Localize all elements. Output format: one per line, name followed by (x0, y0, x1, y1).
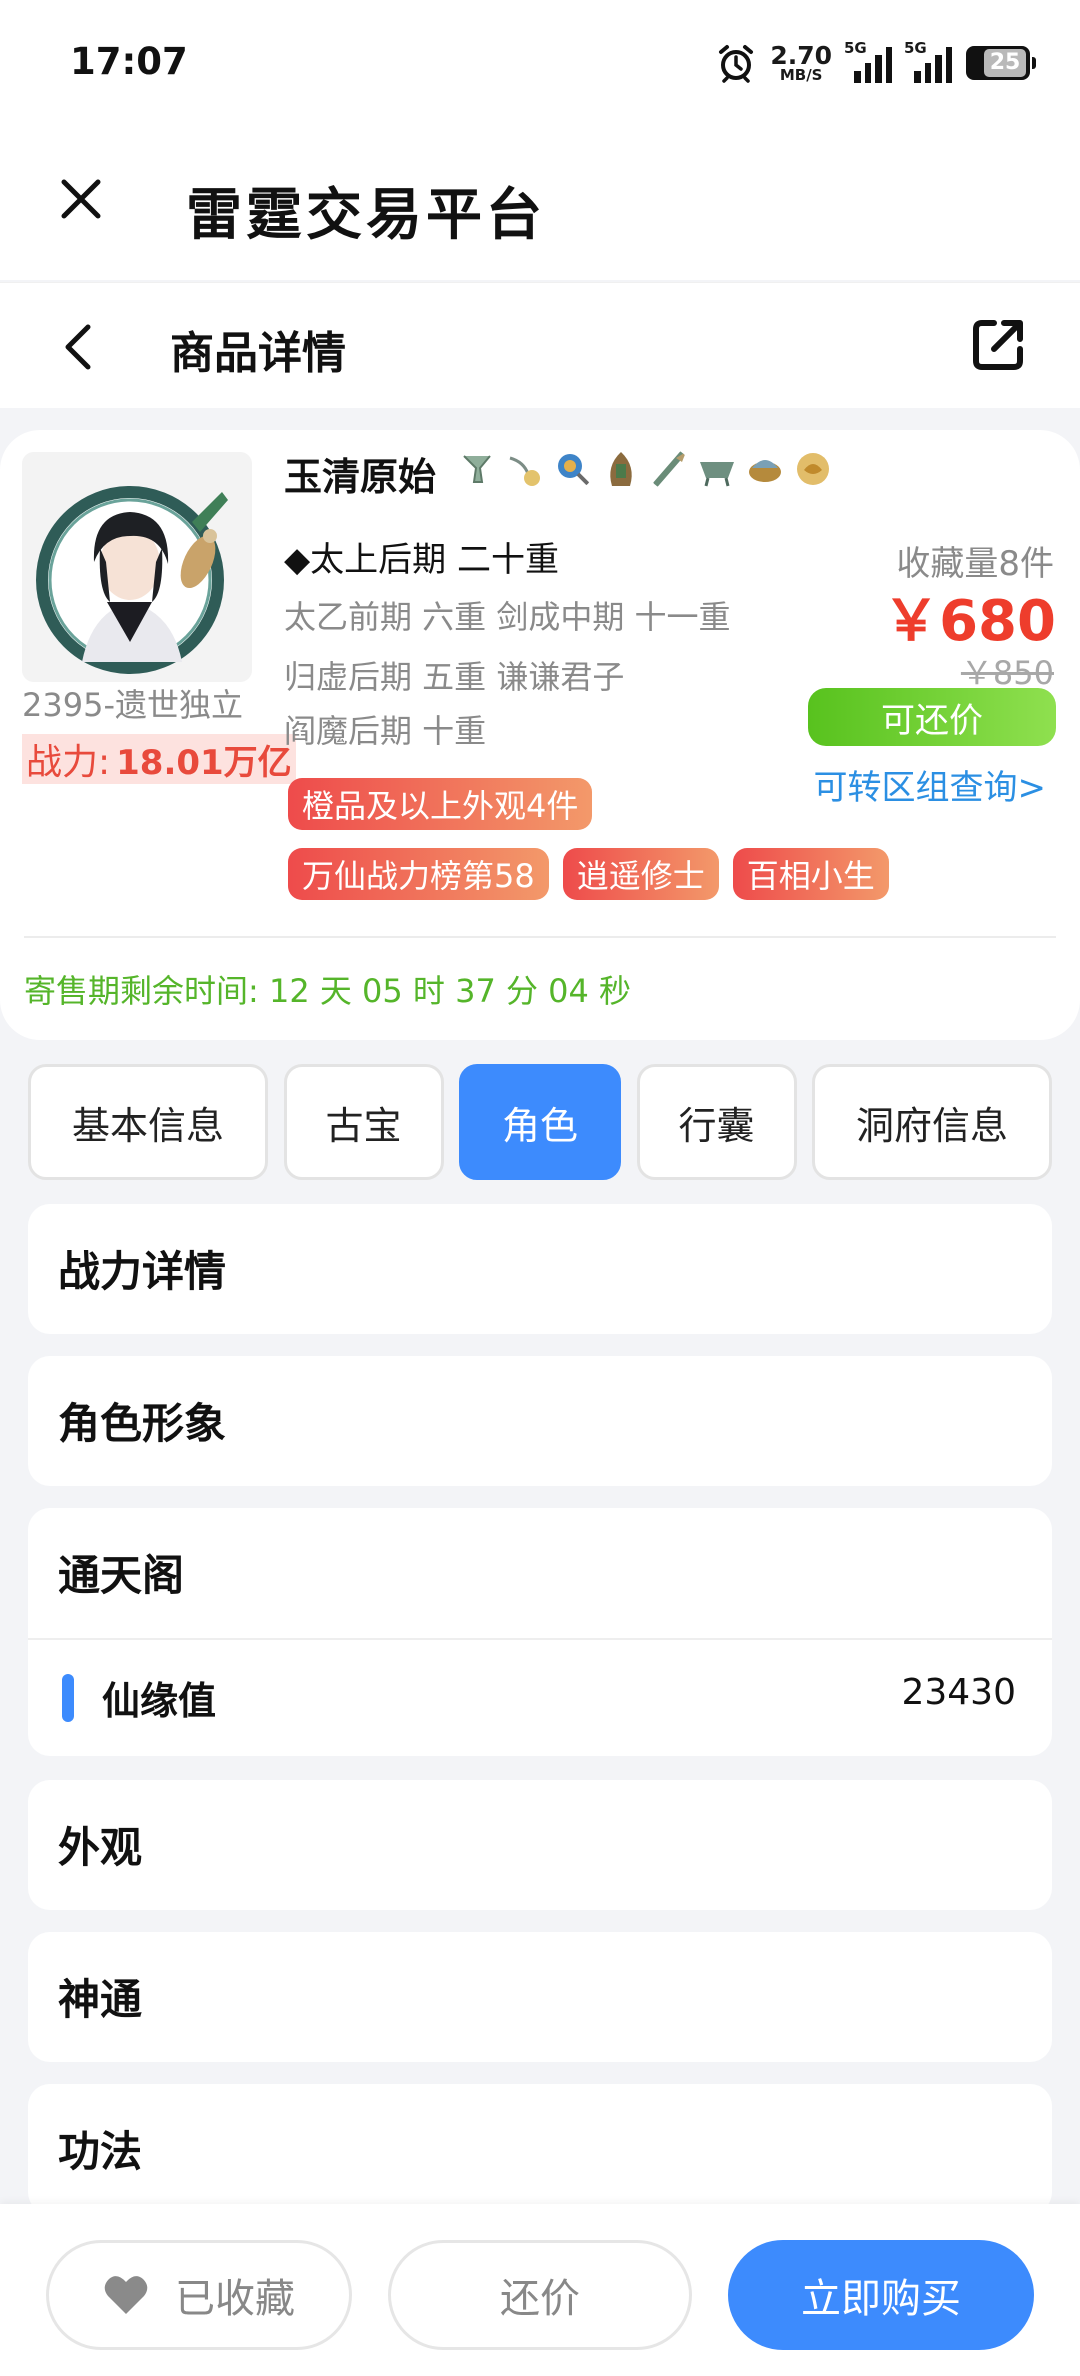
power-label: 战力: (26, 742, 111, 783)
battery-icon: 25 (966, 46, 1036, 80)
section-title: 神通 (58, 1975, 143, 2024)
battery-level: 25 (984, 49, 1026, 77)
treasure-icon (610, 452, 632, 486)
xianyuan-value: 23430 (901, 1672, 1016, 1713)
section-title: 角色形象 (58, 1399, 227, 1448)
treasure-icon (749, 460, 781, 482)
tags-row: 万仙战力榜第58 逍遥修士 百相小生 (288, 848, 889, 900)
section-power-detail[interactable]: 战力详情 (28, 1204, 1052, 1334)
section-title: 战力详情 (58, 1247, 227, 1296)
section-character-image[interactable]: 角色形象 (28, 1356, 1052, 1486)
realm-main: ◆太上后期 二十重 (284, 540, 559, 580)
tags-row: 橙品及以上外观4件 (288, 778, 593, 830)
section-title: 外观 (58, 1823, 143, 1872)
bargain-button[interactable]: 还价 (388, 2240, 692, 2350)
transfer-query-link[interactable]: 可转区组查询> (814, 760, 1047, 809)
favorited-button[interactable]: 已收藏 (46, 2240, 352, 2350)
treasure-icons (456, 448, 834, 490)
consignment-countdown: 寄售期剩余时间: 12 天 05 时 37 分 04 秒 (24, 972, 632, 1010)
row-marker (62, 1674, 74, 1722)
xianyuan-label: 仙缘值 (102, 1679, 217, 1723)
page-header: 商品详情 (0, 282, 1080, 408)
close-icon[interactable] (58, 176, 104, 222)
character-portrait (22, 452, 252, 682)
section-gongfa[interactable]: 功法 (28, 2084, 1052, 2214)
section-title: 功法 (58, 2127, 143, 2176)
realm-line: 归虚后期 五重 谦谦君子 (284, 658, 625, 696)
detail-tabs: 基本信息 古宝 角色 行囊 洞府信息 (28, 1064, 1052, 1180)
net-speed-unit: MB/S (779, 66, 823, 84)
tab-treasures[interactable]: 古宝 (283, 1064, 444, 1180)
treasure-icon (463, 455, 491, 483)
power-value: 18.01万亿 (116, 742, 292, 783)
share-icon[interactable] (968, 313, 1030, 375)
divider (28, 1638, 1052, 1640)
sim2-label: 5G (904, 39, 927, 57)
treasure-icon (509, 456, 540, 486)
page-title: 商品详情 (170, 328, 346, 379)
chevron-left-icon[interactable] (58, 319, 98, 375)
tab-character[interactable]: 角色 (459, 1064, 621, 1180)
app-bar: 雷霆交易平台 (0, 124, 1080, 280)
heart-icon (104, 2276, 148, 2314)
signal-icon: 5G (904, 39, 952, 83)
treasure-icon (700, 462, 734, 487)
realm-line: 阎魔后期 十重 (284, 712, 487, 750)
character-name: 玉清原始 (284, 455, 437, 499)
section-tongtian[interactable]: 通天阁 仙缘值 23430 (28, 1508, 1052, 1756)
product-card: 2395-遗世独立 战力: 18.01万亿 玉清原始 ◆太上后期 二十重 太乙前… (0, 430, 1080, 1040)
tag-badge: 百相小生 (732, 848, 889, 900)
power-badge: 战力: 18.01万亿 (22, 734, 296, 784)
status-bar: 17:07 2.70 MB/S 5G 5G 25 (0, 0, 1080, 124)
app-title: 雷霆交易平台 (186, 183, 546, 248)
section-shentong[interactable]: 神通 (28, 1932, 1052, 2062)
status-time: 17:07 (70, 40, 188, 83)
treasure-icon (797, 453, 829, 485)
signal-icon: 5G (844, 39, 892, 83)
net-speed-value: 2.70 (770, 41, 832, 70)
status-icons: 2.70 MB/S 5G 5G 25 (716, 38, 1036, 88)
net-speed: 2.70 MB/S (770, 43, 832, 83)
price: ￥680 (883, 589, 1056, 654)
realm-line: 太乙前期 六重 剑成中期 十一重 (284, 598, 731, 636)
tag-badge: 橙品及以上外观4件 (288, 778, 593, 830)
bottom-action-bar: 已收藏 还价 立即购买 (0, 2204, 1080, 2376)
divider (24, 936, 1056, 938)
alarm-icon (719, 45, 754, 83)
section-title: 通天阁 (58, 1551, 185, 1600)
avatar[interactable] (22, 452, 252, 682)
tag-badge: 万仙战力榜第58 (288, 848, 549, 900)
treasure-icon (558, 454, 592, 488)
sim1-label: 5G (844, 39, 867, 57)
tab-inventory[interactable]: 行囊 (636, 1064, 797, 1180)
tab-cave-info[interactable]: 洞府信息 (812, 1064, 1052, 1180)
favorited-label: 已收藏 (175, 2276, 295, 2322)
bargain-allowed-badge: 可还价 (808, 688, 1056, 746)
seller-name: 2395-遗世独立 (22, 686, 243, 724)
tag-badge: 逍遥修士 (562, 848, 719, 900)
treasure-icon (653, 451, 686, 487)
buy-now-button[interactable]: 立即购买 (728, 2240, 1034, 2350)
tab-basic-info[interactable]: 基本信息 (28, 1064, 268, 1180)
section-appearance[interactable]: 外观 (28, 1780, 1052, 1910)
